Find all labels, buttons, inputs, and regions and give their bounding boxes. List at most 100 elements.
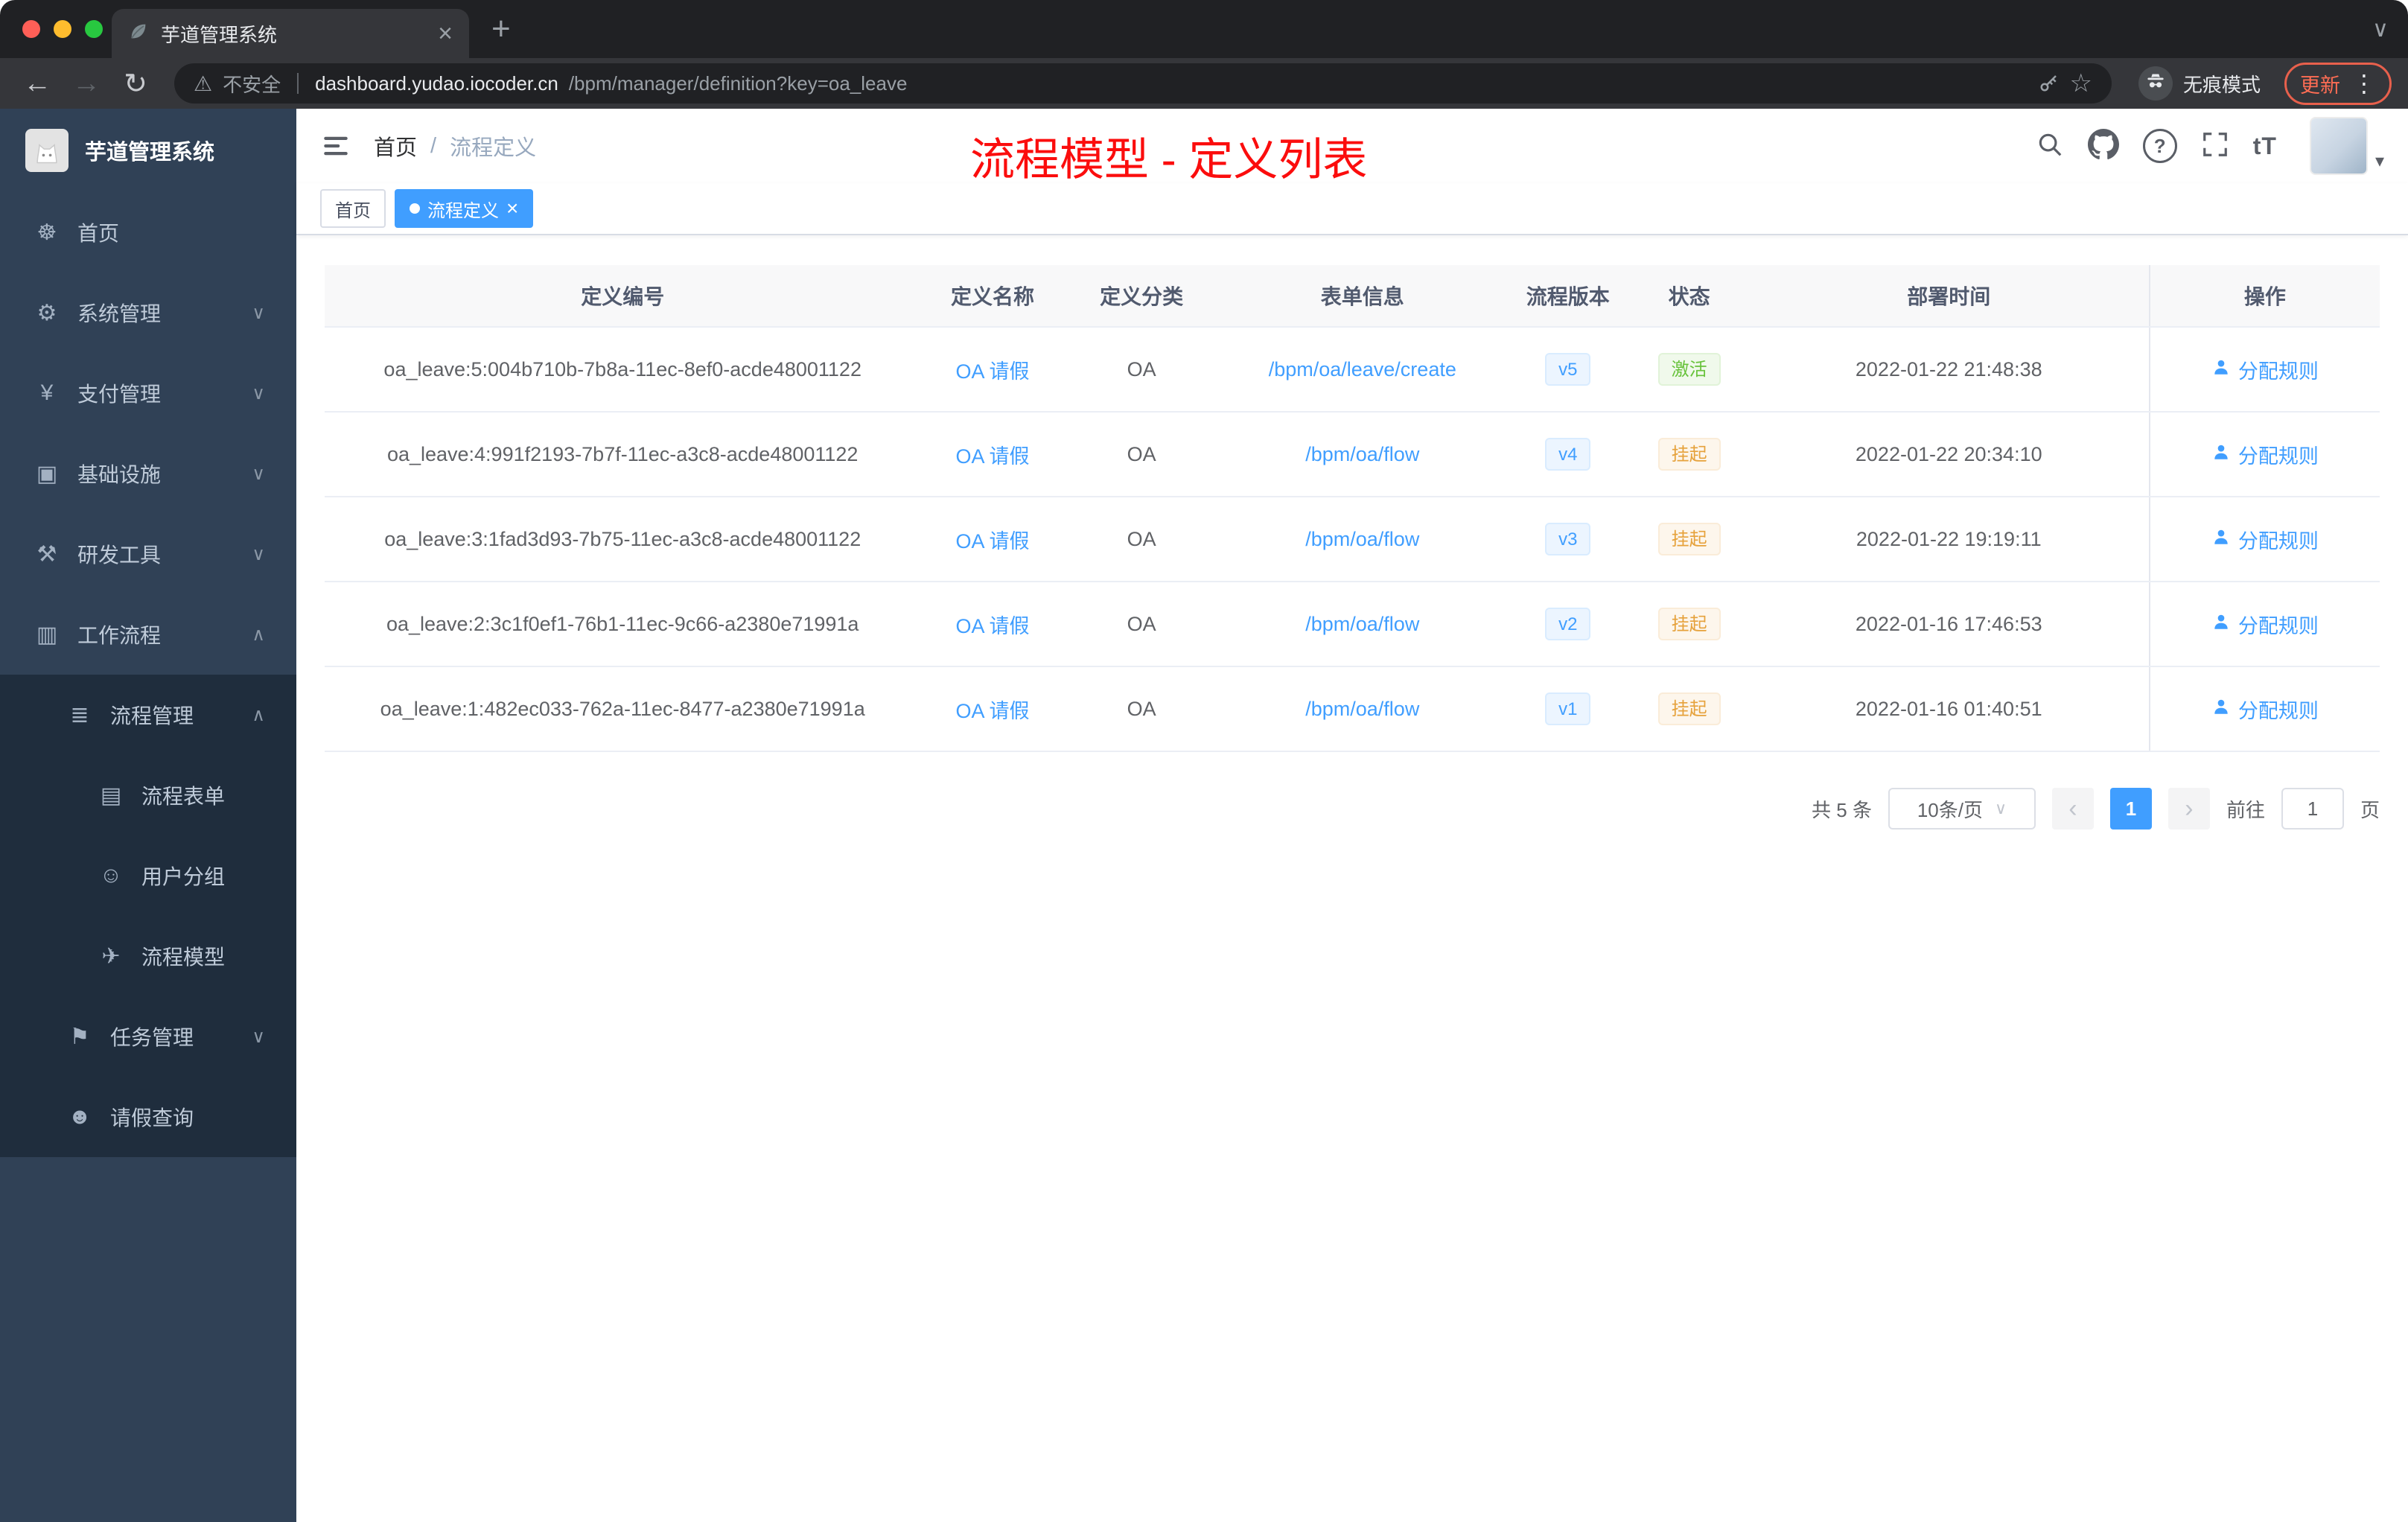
window-controls <box>22 20 103 38</box>
bookmark-star-icon[interactable]: ☆ <box>2070 69 2092 98</box>
definition-name-link[interactable]: OA 请假 <box>955 360 1029 383</box>
avatar-caret-down-icon: ▾ <box>2374 151 2384 171</box>
assign-rule-text: 分配规则 <box>2237 360 2319 383</box>
tag-close-icon[interactable]: × <box>506 198 518 219</box>
sidebar-item-dev[interactable]: ⚒ 研发工具 ∨ <box>0 514 296 594</box>
col-status: 状态 <box>1629 265 1749 328</box>
tags-view-bar: 首页 流程定义 × <box>296 183 2408 235</box>
incognito-icon <box>2138 66 2173 101</box>
window-close-button[interactable] <box>22 20 40 38</box>
back-icon[interactable]: ← <box>16 63 58 104</box>
sidebar-item-process[interactable]: ≣ 流程管理 ∧ <box>0 675 296 755</box>
password-key-icon[interactable] <box>2037 72 2060 95</box>
version-tag: v1 <box>1545 692 1591 725</box>
sidebar-item-label: 请假查询 <box>110 1107 194 1130</box>
sidebar-item-users[interactable]: ☺ 用户分组 <box>0 835 296 916</box>
current-page-button[interactable]: 1 <box>2109 788 2152 830</box>
pagination-total: 共 5 条 <box>1812 798 1872 821</box>
user-icon <box>2211 527 2231 552</box>
person-icon: ☻ <box>68 1104 92 1129</box>
task-icon: ⚑ <box>69 1024 90 1049</box>
definition-name-link[interactable]: OA 请假 <box>955 445 1029 468</box>
main-panel: 定义编号 定义名称 定义分类 表单信息 流程版本 状态 部署时间 操作 oa_l… <box>296 235 2408 830</box>
definition-id: oa_leave:5:004b710b-7b8a-11ec-8ef0-acde4… <box>325 327 921 413</box>
reload-icon[interactable]: ↻ <box>115 63 156 104</box>
tag-process-definition[interactable]: 流程定义 × <box>395 189 534 228</box>
table-row: oa_leave:1:482ec033-762a-11ec-8477-a2380… <box>325 666 2380 752</box>
form-link[interactable]: /bpm/oa/flow <box>1305 613 1419 635</box>
goto-page-input[interactable] <box>2281 788 2344 830</box>
tag-home[interactable]: 首页 <box>320 189 386 228</box>
assign-rule-link[interactable]: 分配规则 <box>2211 440 2319 469</box>
assign-rule-link[interactable]: 分配规则 <box>2211 525 2319 554</box>
definition-name-link[interactable]: OA 请假 <box>955 615 1029 637</box>
assign-rule-link[interactable]: 分配规则 <box>2211 355 2319 384</box>
user-avatar[interactable] <box>2309 117 2368 175</box>
sidebar-item-model[interactable]: ✈ 流程模型 <box>0 916 296 996</box>
assign-rule-text: 分配规则 <box>2237 445 2319 468</box>
sidebar-item-pay[interactable]: ¥ 支付管理 ∨ <box>0 353 296 433</box>
pay-icon: ¥ <box>40 380 54 405</box>
help-icon[interactable]: ? <box>2142 129 2177 163</box>
sidebar-item-task[interactable]: ⚑ 任务管理 ∨ <box>0 996 296 1077</box>
new-tab-button[interactable]: + <box>491 10 511 48</box>
forward-icon[interactable]: → <box>66 63 107 104</box>
form-link[interactable]: /bpm/oa/flow <box>1305 443 1419 465</box>
form-link[interactable]: /bpm/oa/flow <box>1305 698 1419 720</box>
tab-close-icon[interactable]: × <box>438 21 453 46</box>
definition-table: 定义编号 定义名称 定义分类 表单信息 流程版本 状态 部署时间 操作 oa_l… <box>325 265 2380 752</box>
form-link[interactable]: /bpm/oa/leave/create <box>1269 358 1456 380</box>
prev-page-button[interactable]: ‹ <box>2051 788 2094 830</box>
assign-rule-link[interactable]: 分配规则 <box>2211 610 2319 639</box>
search-icon[interactable] <box>2036 130 2064 162</box>
content-area: 首页 / 流程定义 流程模型 - 定义列表 ? tT ▾ 首页 流程定义 × 定… <box>296 109 2408 1522</box>
browser-menu-kebab-icon[interactable]: ⋮ <box>2352 71 2376 95</box>
incognito-indicator: 无痕模式 <box>2130 66 2270 101</box>
definition-category: OA <box>1064 327 1219 413</box>
sidebar-item-label: 用户分组 <box>141 865 226 888</box>
col-definition-name: 定义名称 <box>920 265 1065 328</box>
chevron-up-icon: ∧ <box>252 624 265 645</box>
sidebar: 芋道管理系统 ☸ 首页 ⚙ 系统管理 ∨ ¥ 支付管理 ∨ ▣ 基础设施 ∨ ⚒… <box>0 109 296 1522</box>
topbar-icons: ? tT ▾ <box>2036 117 2384 175</box>
status-tag: 挂起 <box>1657 608 1721 640</box>
fullscreen-icon[interactable] <box>2201 130 2229 162</box>
font-size-icon[interactable]: tT <box>2253 133 2277 160</box>
sidebar-item-form[interactable]: ▤ 流程表单 <box>0 755 296 835</box>
infra-icon: ▣ <box>36 461 58 486</box>
dev-icon: ⚒ <box>36 541 57 567</box>
window-minimize-button[interactable] <box>54 20 71 38</box>
tab-search-chevron-icon[interactable]: ∨ <box>2372 16 2389 42</box>
status-tag: 挂起 <box>1657 438 1721 471</box>
page-size-select[interactable]: 10条/页 ∨ <box>1888 788 2036 830</box>
version-tag: v5 <box>1545 353 1591 386</box>
sidebar-item-person[interactable]: ☻ 请假查询 <box>0 1077 296 1157</box>
system-icon: ⚙ <box>36 300 57 325</box>
sidebar-item-home[interactable]: ☸ 首页 <box>0 192 296 273</box>
next-page-button[interactable]: › <box>2167 788 2210 830</box>
assign-rule-text: 分配规则 <box>2237 614 2319 637</box>
user-icon <box>2211 442 2231 467</box>
address-bar[interactable]: ⚠ 不安全 dashboard.yudao.iocoder.cn/bpm/man… <box>174 63 2112 104</box>
definition-category: OA <box>1064 582 1219 667</box>
definition-name-link[interactable]: OA 请假 <box>955 530 1029 553</box>
user-icon <box>2211 357 2231 382</box>
url-path: /bpm/manager/definition?key=oa_leave <box>568 71 908 95</box>
form-link[interactable]: /bpm/oa/flow <box>1305 528 1419 550</box>
definition-name-link[interactable]: OA 请假 <box>955 700 1029 722</box>
col-definition-id: 定义编号 <box>325 265 921 328</box>
sidebar-item-infra[interactable]: ▣ 基础设施 ∨ <box>0 433 296 514</box>
user-menu[interactable]: ▾ <box>2309 117 2384 175</box>
sidebar-item-workflow[interactable]: ▥ 工作流程 ∧ <box>0 594 296 675</box>
table-row: oa_leave:5:004b710b-7b8a-11ec-8ef0-acde4… <box>325 327 2380 413</box>
table-row: oa_leave:4:991f2193-7b7f-11ec-a3c8-acde4… <box>325 412 2380 497</box>
chrome-update-chip[interactable]: 更新 ⋮ <box>2284 62 2392 105</box>
deploy-time: 2022-01-22 19:19:11 <box>1748 497 2150 582</box>
browser-tab[interactable]: 芋道管理系统 × <box>112 9 469 58</box>
window-zoom-button[interactable] <box>85 20 103 38</box>
sidebar-item-system[interactable]: ⚙ 系统管理 ∨ <box>0 273 296 353</box>
hamburger-menu-icon[interactable] <box>320 130 351 162</box>
breadcrumb-home[interactable]: 首页 <box>374 130 417 162</box>
assign-rule-link[interactable]: 分配规则 <box>2211 695 2319 724</box>
github-icon[interactable] <box>2087 128 2119 164</box>
